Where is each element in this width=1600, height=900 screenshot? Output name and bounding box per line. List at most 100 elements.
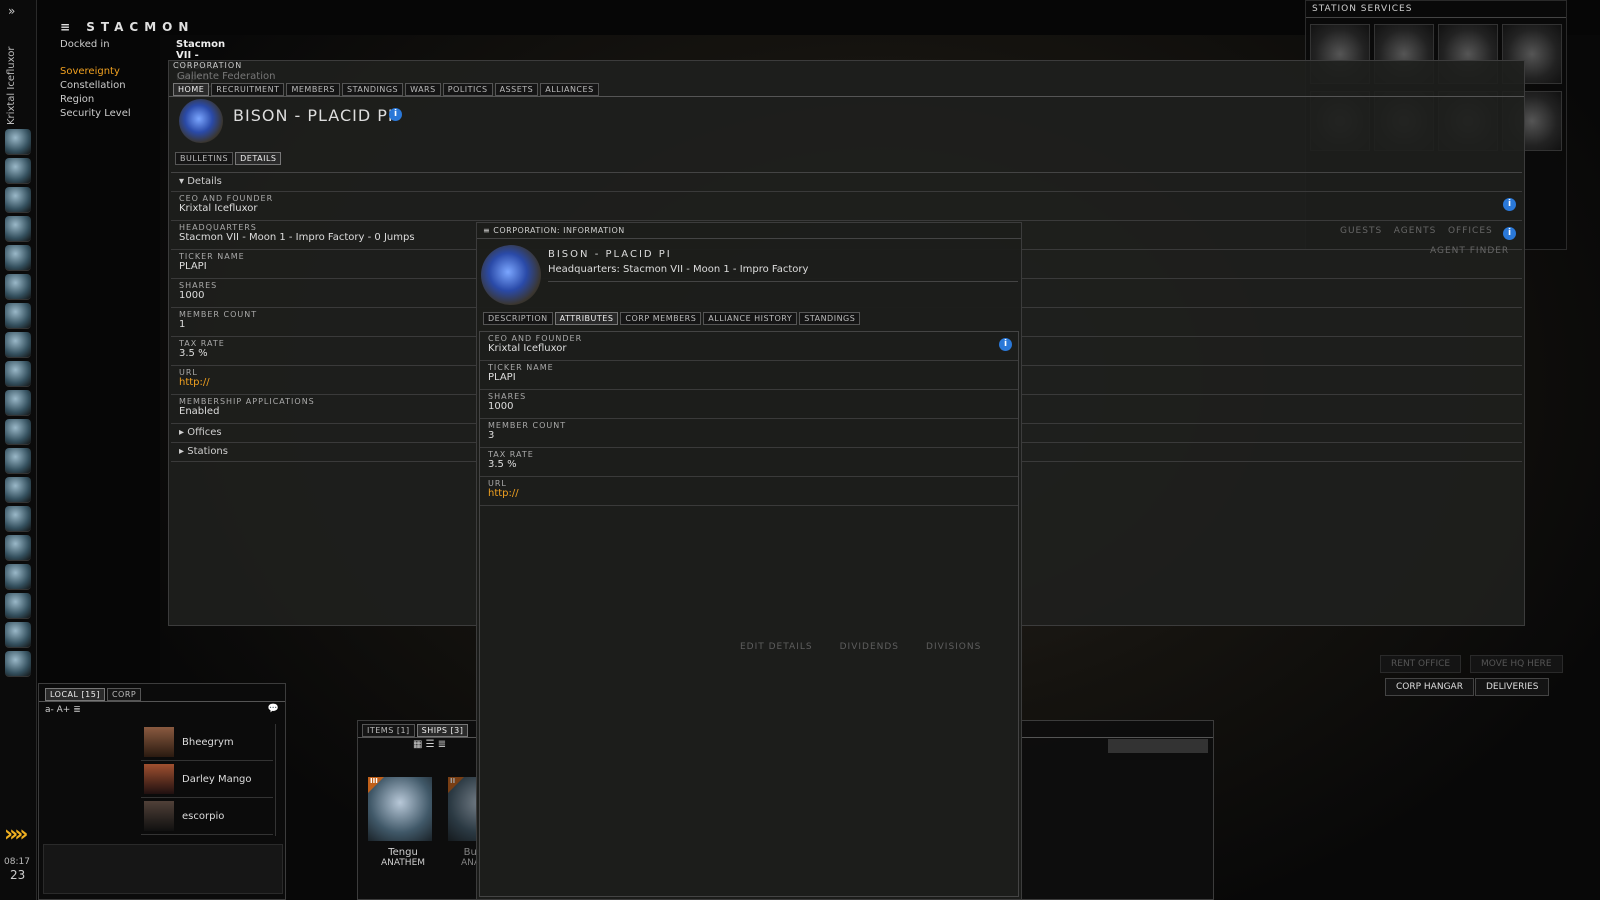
corporation-icon[interactable] [5,419,31,445]
attribute-value: 3.5 % [488,459,517,470]
ship-name: Tengu [388,847,418,858]
dividends-button[interactable]: DIVIDENDS [840,642,899,652]
attribute-label: CEO AND FOUNDER [488,334,583,343]
chat-input[interactable] [43,844,283,894]
info-icon[interactable]: i [1503,198,1516,211]
channels-icon[interactable] [5,535,31,561]
industry-icon[interactable] [5,361,31,387]
mail-icon[interactable] [5,187,31,213]
fitting-icon[interactable] [5,245,31,271]
ship-icon: III [368,777,432,841]
map-icon[interactable] [5,216,31,242]
hangar-search-input[interactable] [1108,739,1208,753]
info-icon[interactable]: i [999,338,1012,351]
tab-alliance-history[interactable]: ALLIANCE HISTORY [703,312,798,325]
list-view-icon[interactable]: ≣ [73,705,81,715]
wallet-icon[interactable] [5,448,31,474]
rent-office-button[interactable]: RENT OFFICE [1380,655,1462,673]
assets-icon[interactable] [5,390,31,416]
chat-scrollbar[interactable] [275,724,281,836]
details-section-header[interactable]: ▾ Details [171,173,1522,192]
info-icon[interactable]: i [1503,227,1516,240]
chat-member[interactable]: Darley Mango [141,761,273,798]
tab-ships[interactable]: SHIPS [3] [416,724,469,737]
corp-logo [179,99,223,143]
fleet-icon[interactable] [5,622,31,648]
tab-guests[interactable]: GUESTS [1340,226,1382,236]
attribute-row: MEMBER COUNT 3 [480,419,1018,448]
attribute-value: Krixtal Icefluxor [488,343,567,354]
info-icon[interactable]: i [389,108,402,121]
clock-day: 23 [10,868,26,882]
deliveries-button[interactable]: DELIVERIES [1475,678,1550,696]
inventory-icon[interactable] [5,158,31,184]
market-icon[interactable] [5,274,31,300]
corporation-window-title: CORPORATION [173,61,243,70]
planets-icon[interactable] [5,477,31,503]
clock-time: 08:17 [4,857,30,867]
attribute-value: 3 [488,430,495,441]
tab-standings[interactable]: STANDINGS [342,83,404,96]
tab-details[interactable]: DETAILS [235,152,282,165]
journal-icon[interactable] [5,506,31,532]
tab-standings[interactable]: STANDINGS [799,312,861,325]
chat-member[interactable]: escorpio [141,798,273,835]
tab-corp-members[interactable]: CORP MEMBERS [620,312,702,325]
tab-attributes[interactable]: ATTRIBUTES [554,312,619,325]
tab-members[interactable]: MEMBERS [286,83,341,96]
corp-hangar-button[interactable]: CORP HANGAR [1385,678,1474,696]
chat-bubble-icon[interactable]: 💬 [268,704,279,714]
chat-window: LOCAL [15] CORP a- A+ ≣ 💬 Bheegrym Darley … [38,683,286,900]
ship-item[interactable]: III Tengu ANATHEM [368,777,438,868]
pilot-name[interactable]: Krixtal Icefluxor [6,47,17,125]
chat-member[interactable]: Bheegrym [141,724,273,761]
tab-assets[interactable]: ASSETS [494,83,539,96]
info-window-title: CORPORATION: INFORMATION [493,226,625,235]
divisions-button[interactable]: DIVISIONS [926,642,981,652]
eve-menu-icon[interactable]: »» [4,822,29,847]
tab-agents[interactable]: AGENTS [1394,226,1437,236]
avatar [144,764,174,794]
station-icon[interactable] [5,651,31,677]
info-corp-name: BISON - PLACID PI [548,249,672,260]
attribute-value: Krixtal Icefluxor [179,203,258,214]
info-tabs: DESCRIPTION ATTRIBUTES CORP MEMBERS ALLIANC… [483,312,862,325]
contracts-icon[interactable] [5,303,31,329]
font-smaller-button[interactable]: a- [45,705,54,715]
corp-tabs: HOME RECRUITMENT MEMBERS STANDINGS WARS POLIT… [169,83,1524,97]
science-icon[interactable] [5,564,31,590]
attribute-value[interactable]: http:// [488,488,1010,499]
tab-offices[interactable]: OFFICES [1448,226,1493,236]
attribute-label: SHARES [488,392,527,401]
tab-alliances[interactable]: ALLIANCES [540,83,599,96]
menu-icon[interactable]: ≡ [483,226,490,235]
tab-corp-chat[interactable]: CORP [106,688,142,701]
people-icon[interactable] [5,332,31,358]
character-sheet-icon[interactable] [5,129,31,155]
attribute-row: SHARES 1000 [480,390,1018,419]
tab-politics[interactable]: POLITICS [442,83,493,96]
tab-description[interactable]: DESCRIPTION [483,312,553,325]
tab-bulletins[interactable]: BULLETINS [175,152,234,165]
expand-icon[interactable]: » [8,4,15,18]
attribute-row: URL http:// [480,477,1018,506]
corp-footer-buttons: EDIT DETAILS DIVIDENDS DIVISIONS [740,642,981,652]
tab-home[interactable]: HOME [173,83,210,96]
info-headquarters[interactable]: Headquarters: Stacmon VII - Moon 1 - Imp… [548,264,1018,282]
menu-icon[interactable]: ≡ [60,20,76,34]
tab-local[interactable]: LOCAL [15] [45,688,105,701]
grid-view-icon[interactable]: ▦ ☰ ≣ [413,739,446,750]
corp-info-window: ≡ CORPORATION: INFORMATION BISON - PLACI… [476,222,1022,900]
agent-finder-button[interactable]: AGENT FINDER [1430,246,1509,256]
agents-icon[interactable] [5,593,31,619]
font-larger-button[interactable]: A+ [57,705,71,715]
attribute-row: CEO AND FOUNDER Krixtal Icefluxor i [171,192,1522,221]
tab-recruitment[interactable]: RECRUITMENT [211,83,285,96]
move-hq-button[interactable]: MOVE HQ HERE [1470,655,1563,673]
edit-details-button[interactable]: EDIT DETAILS [740,642,813,652]
station-services-tabs: GUESTS AGENTS OFFICES [1340,226,1493,236]
system-name[interactable]: STACMON [86,20,194,34]
tab-items[interactable]: ITEMS [1] [362,724,415,737]
tech-level: II [450,777,456,785]
tab-wars[interactable]: WARS [405,83,441,96]
